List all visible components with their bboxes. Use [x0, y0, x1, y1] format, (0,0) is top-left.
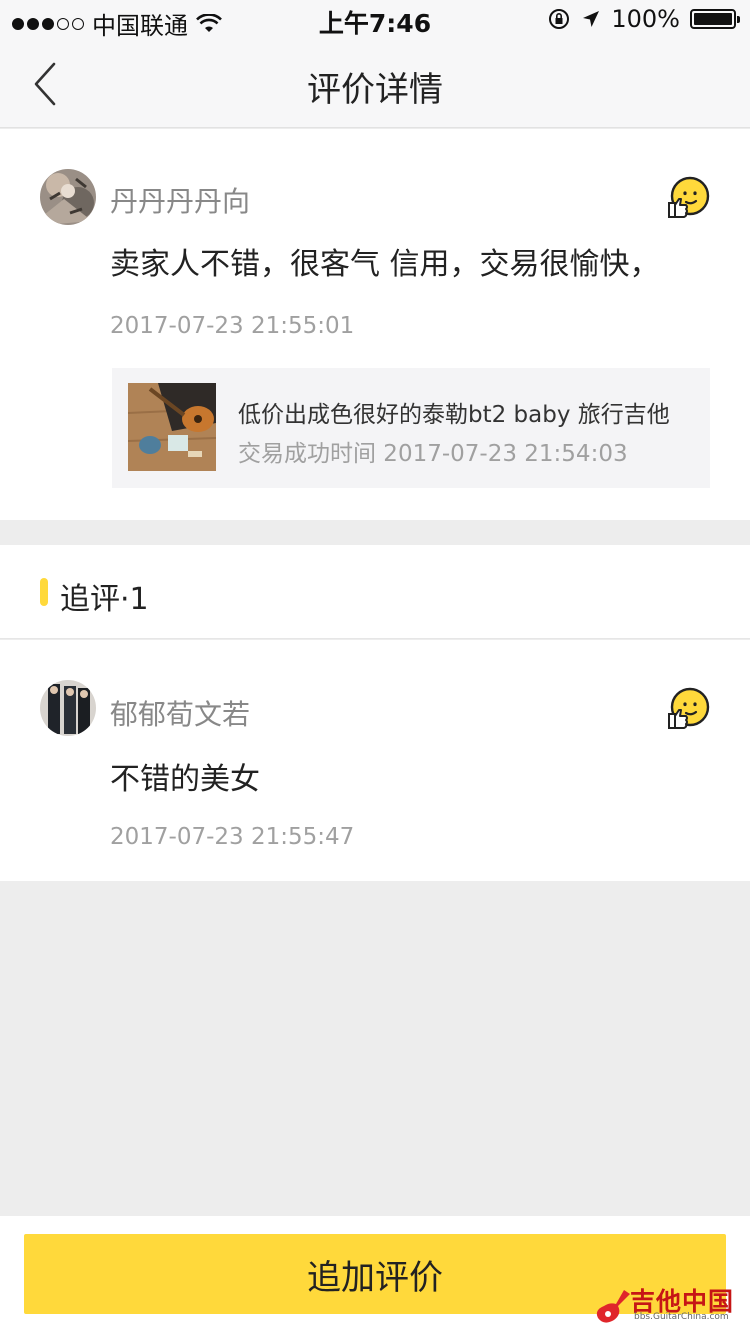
follow-up-content: 不错的美女	[110, 762, 260, 797]
orientation-lock-icon	[549, 9, 570, 29]
review-content: 卖家人不错，很客气 信用，交易很愉快，	[110, 247, 660, 282]
nav-bar: 评价详情	[0, 40, 750, 128]
watermark-logo: 吉他中国 bbs.GuitarChina.com	[594, 1282, 742, 1328]
follow-up-item: 郁郁荀文若 不错的美女 2017-07-23 21:55:47	[0, 640, 750, 881]
avatar[interactable]	[40, 169, 96, 225]
product-title: 低价出成色很好的泰勒bt2 baby 旅行吉他	[238, 402, 670, 428]
thumbs-up-smile-icon	[668, 176, 710, 218]
watermark-subtitle: bbs.GuitarChina.com	[634, 1312, 729, 1322]
section-accent-bar	[40, 578, 48, 606]
battery-icon	[690, 9, 740, 29]
follow-up-header: 追评·1	[0, 545, 750, 639]
review-card: 丹丹丹丹向 卖家人不错，很客气 信用，交易很愉快， 2017-07-23 21:…	[0, 129, 750, 520]
deal-time: 交易成功时间 2017-07-23 21:54:03	[238, 441, 628, 467]
reviewer-name[interactable]: 丹丹丹丹向	[110, 180, 250, 220]
location-arrow-icon	[583, 11, 600, 27]
status-right: 100%	[547, 5, 740, 33]
reviewer-name[interactable]: 郁郁荀文若	[110, 693, 250, 733]
battery-percent: 100%	[611, 5, 680, 33]
review-timestamp: 2017-07-23 21:55:01	[110, 313, 355, 339]
product-card[interactable]: 低价出成色很好的泰勒bt2 baby 旅行吉他 交易成功时间 2017-07-2…	[112, 368, 710, 488]
guitar-logo-icon	[596, 1290, 630, 1323]
page-title: 评价详情	[307, 70, 443, 110]
follow-up-timestamp: 2017-07-23 21:55:47	[110, 824, 355, 850]
follow-up-title: 追评·1	[60, 582, 149, 617]
status-bar: 中国联通 上午7:46 100%	[0, 0, 750, 40]
avatar[interactable]	[40, 680, 96, 736]
product-thumbnail	[128, 383, 216, 471]
thumbs-up-smile-icon	[668, 687, 710, 729]
